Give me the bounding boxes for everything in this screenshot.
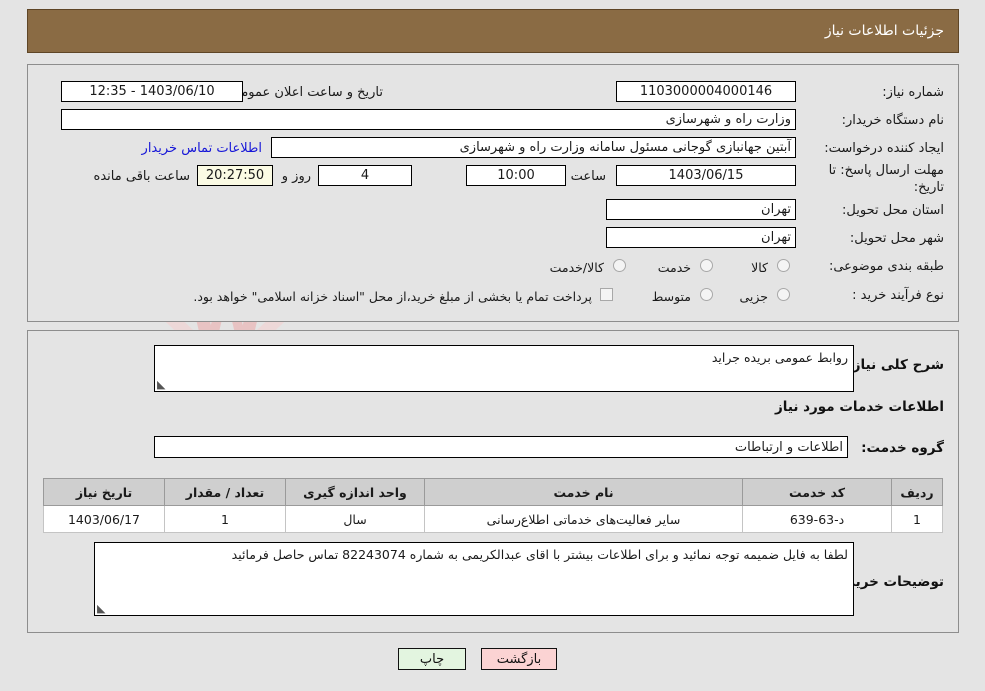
col-need-date: تاریخ نیاز [43,478,165,506]
services-table: ردیف کد خدمت نام خدمت واحد اندازه گیری ت… [43,478,943,533]
table-row[interactable]: 1 د-63-639 سایر فعالیت‌های خدماتی اطلاع‌… [43,505,943,533]
service-group-field[interactable]: اطلاعات و ارتباطات [154,436,848,458]
general-desc-value: روابط عمومی بریده جراید [711,350,848,365]
cell-service-code: د-63-639 [742,505,892,533]
radio-category-kala-khedmat[interactable] [613,259,626,272]
remaining-time-field: 20:27:50 [197,165,273,186]
remaining-days-field: 4 [318,165,412,186]
public-announce-label: تاریخ و ساعت اعلان عمومی: [226,85,383,100]
page-title-bar: جزئیات اطلاعات نیاز [27,9,959,53]
col-service-code: کد خدمت [742,478,892,506]
radio-category-kala-khedmat-label: کالا/خدمت [549,260,604,275]
radio-category-khedmat[interactable] [700,259,713,272]
cell-service-name: سایر فعالیت‌های خدماتی اطلاع‌رسانی [424,505,743,533]
radio-process-motevaset-label: متوسط [651,289,691,304]
page-title: جزئیات اطلاعات نیاز [824,23,944,39]
table-header-row: ردیف کد خدمت نام خدمت واحد اندازه گیری ت… [43,478,943,506]
treasury-bond-checkbox[interactable] [600,288,613,301]
province-field[interactable]: تهران [606,199,796,220]
process-type-label: نوع فرآیند خرید : [852,288,944,303]
radio-process-jozi-label: جزیی [739,289,768,304]
buyer-notes-textarea[interactable]: لطفا به فایل ضمیمه توجه نمائید و برای اط… [94,542,854,616]
resize-grip-icon[interactable]: ◢ [157,378,167,391]
col-quantity: تعداد / مقدار [164,478,286,506]
service-group-label: گروه خدمت: [861,440,944,456]
back-button[interactable]: بازگشت [481,648,557,670]
buyer-org-label: نام دستگاه خریدار: [841,113,944,128]
radio-category-kala-label: کالا [751,260,768,275]
cell-quantity: 1 [164,505,286,533]
radio-process-motevaset[interactable] [700,288,713,301]
deadline-date-field[interactable]: 1403/06/15 [616,165,796,186]
services-section-title: اطلاعات خدمات مورد نیاز [774,399,944,415]
requester-label: ایجاد کننده درخواست: [824,141,944,156]
need-number-label: شماره نیاز: [882,85,944,100]
col-unit: واحد اندازه گیری [285,478,425,506]
cell-row-no: 1 [891,505,943,533]
deadline-hour-field[interactable]: 10:00 [466,165,566,186]
buyer-notes-value: لطفا به فایل ضمیمه توجه نمائید و برای اط… [231,547,848,562]
general-desc-textarea[interactable]: روابط عمومی بریده جراید ◢ [154,345,854,392]
buyer-org-field[interactable]: وزارت راه و شهرسازی [61,109,796,130]
radio-process-jozi[interactable] [777,288,790,301]
buyer-contact-link[interactable]: اطلاعات تماس خریدار [142,141,262,156]
province-label: استان محل تحویل: [842,203,944,218]
cell-unit: سال [285,505,425,533]
resize-grip-icon-notes[interactable]: ◢ [97,602,107,615]
need-number-field[interactable]: 1103000004000146 [616,81,796,102]
treasury-bond-label: پرداخت تمام یا بخشی از مبلغ خرید،از محل … [193,289,592,304]
deadline-label: مهلت ارسال پاسخ: تا تاریخ: [828,163,944,195]
deadline-hour-label: ساعت [570,169,606,184]
city-field[interactable]: تهران [606,227,796,248]
requester-field[interactable]: آبتین جهانبازی گوجانی مسئول سامانه وزارت… [271,137,796,158]
general-desc-label: شرح کلی نیاز: [847,357,944,373]
remaining-time-label: ساعت باقی مانده [93,169,190,184]
col-row-no: ردیف [891,478,943,506]
radio-category-kala[interactable] [777,259,790,272]
city-label: شهر محل تحویل: [849,231,944,246]
print-button[interactable]: چاپ [398,648,466,670]
col-service-name: نام خدمت [424,478,743,506]
category-label: طبقه بندی موضوعی: [828,259,944,274]
cell-need-date: 1403/06/17 [43,505,165,533]
public-announce-field[interactable]: 1403/06/10 - 12:35 [61,81,243,102]
need-info-panel: شماره نیاز: 1103000004000146 تاریخ و ساع… [27,64,959,322]
radio-category-khedmat-label: خدمت [657,260,691,275]
remaining-days-label: روز و [281,169,311,184]
